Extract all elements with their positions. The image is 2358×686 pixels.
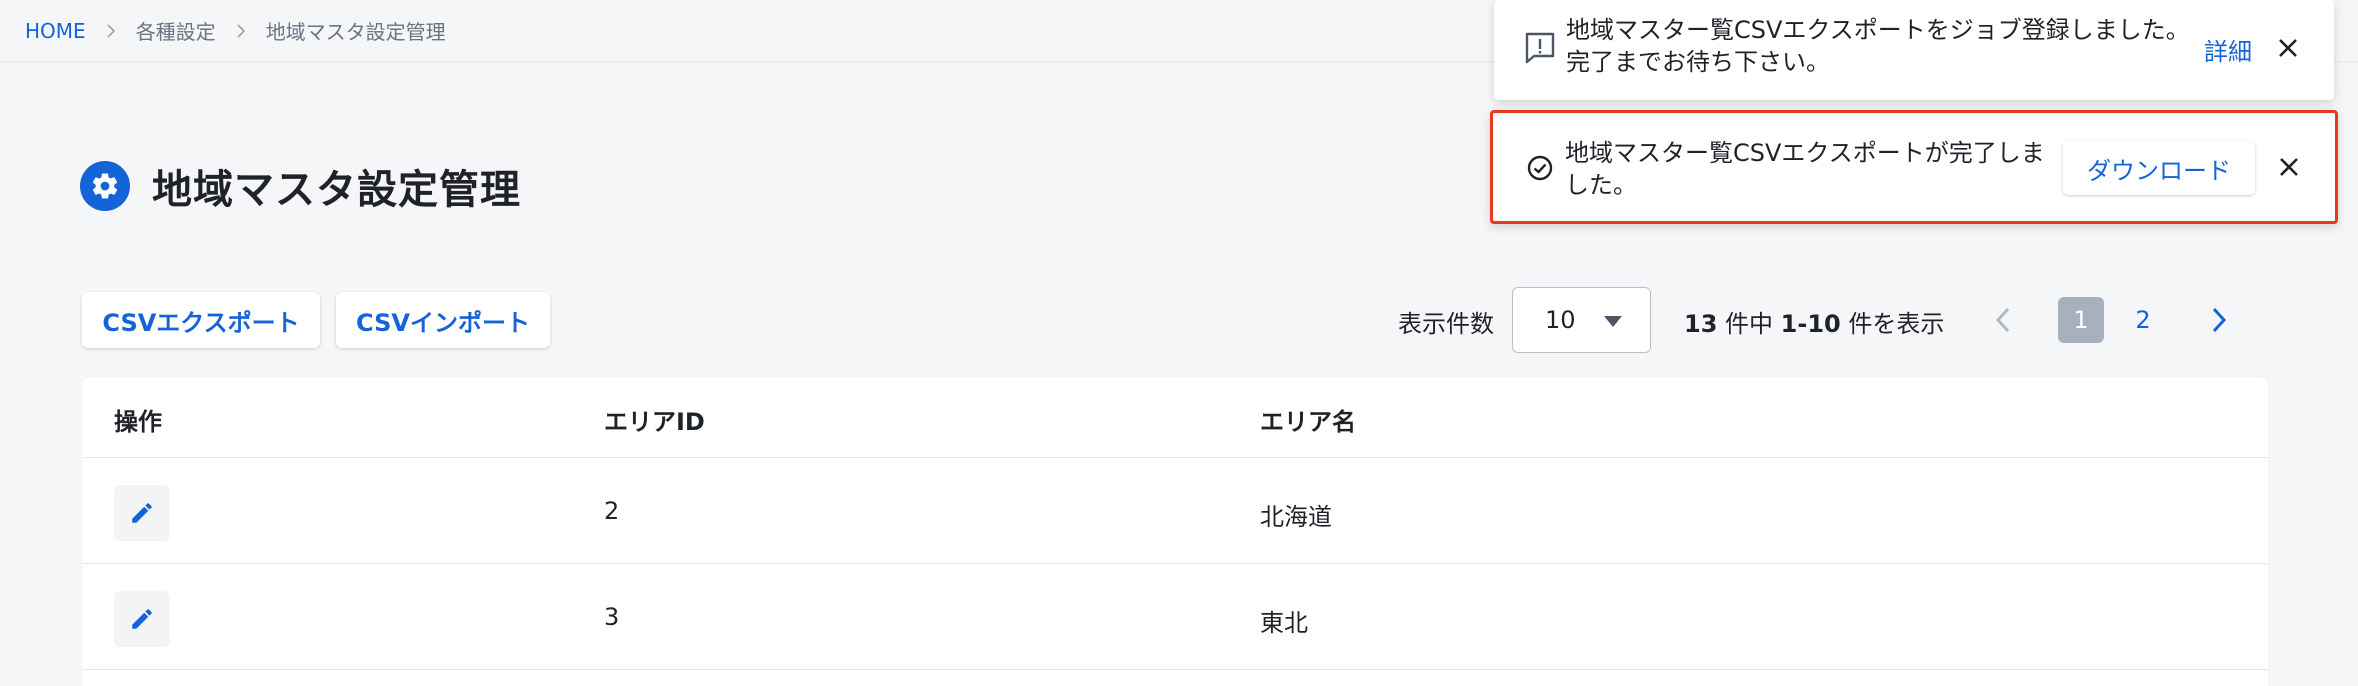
success-toast-message: 地域マスター覧CSVエクスポートが完了しました。 bbox=[1565, 139, 2045, 199]
csv-export-button[interactable]: CSVエクスポート bbox=[82, 292, 320, 348]
per-page-select[interactable]: 10 bbox=[1512, 287, 1651, 353]
page-2-button[interactable]: 2 bbox=[2120, 297, 2166, 343]
cell-area-id: 2 bbox=[604, 497, 620, 525]
total-suffix: 件中 bbox=[1717, 310, 1781, 338]
pencil-icon bbox=[132, 609, 152, 629]
csv-import-button[interactable]: CSVインポート bbox=[336, 292, 550, 348]
range-suffix: 件を表示 bbox=[1840, 310, 1945, 338]
info-toast-message: 地域マスター覧CSVエクスポートをジョブ登録しました。完了までお待ち下さい。 bbox=[1566, 16, 2190, 76]
total-count: 13 bbox=[1684, 310, 1718, 338]
alert-message-icon bbox=[1522, 30, 1558, 66]
chevron-right-icon bbox=[231, 21, 251, 41]
range-summary: 13 件中 1-10 件を表示 bbox=[1684, 304, 1944, 339]
per-page-value: 10 bbox=[1545, 306, 1576, 334]
download-button[interactable]: ダウンロード bbox=[2063, 141, 2255, 195]
range-value: 1-10 bbox=[1780, 310, 1841, 338]
check-circle-icon bbox=[1525, 153, 1555, 183]
chevron-right-icon[interactable] bbox=[2204, 302, 2234, 338]
close-icon[interactable] bbox=[2273, 151, 2305, 183]
edit-button[interactable] bbox=[114, 485, 170, 541]
details-link[interactable]: 詳細 bbox=[2204, 32, 2252, 67]
header-area-id: エリアID bbox=[604, 408, 705, 436]
page-1-button[interactable]: 1 bbox=[2058, 297, 2104, 343]
edit-button[interactable] bbox=[114, 591, 170, 647]
header-operation: 操作 bbox=[114, 408, 162, 436]
gear-icon bbox=[80, 161, 130, 211]
close-icon[interactable] bbox=[2272, 32, 2304, 64]
page: HOME 各種設定 地域マスタ設定管理 地域マスタ設定管理 CSVエクスポート … bbox=[0, 0, 2358, 686]
info-toast: 地域マスター覧CSVエクスポートをジョブ登録しました。完了までお待ち下さい。 詳… bbox=[1494, 0, 2334, 100]
pencil-icon bbox=[132, 503, 152, 523]
chevron-left-icon[interactable] bbox=[1988, 302, 2018, 338]
area-table: 操作 エリアID エリア名 2 北海道 3 東北 bbox=[82, 378, 2268, 686]
breadcrumb-settings[interactable]: 各種設定 bbox=[136, 16, 216, 45]
per-page-label: 表示件数 bbox=[1398, 310, 1494, 338]
cell-area-name: 北海道 bbox=[1260, 503, 1332, 531]
page-header: 地域マスタ設定管理 bbox=[80, 160, 521, 213]
page-title: 地域マスタ設定管理 bbox=[152, 167, 521, 213]
header-area-name: エリア名 bbox=[1260, 408, 1356, 436]
table-row: 2 北海道 bbox=[82, 458, 2268, 564]
breadcrumb-home-link[interactable]: HOME bbox=[25, 19, 86, 43]
breadcrumb-current: 地域マスタ設定管理 bbox=[265, 20, 446, 44]
table-header: 操作 エリアID エリア名 bbox=[82, 378, 2268, 458]
caret-down-icon bbox=[1604, 316, 1622, 327]
success-toast: 地域マスター覧CSVエクスポートが完了しました。 ダウンロード bbox=[1490, 110, 2338, 224]
chevron-right-icon bbox=[101, 21, 121, 41]
table-row: 3 東北 bbox=[82, 564, 2268, 670]
cell-area-name: 東北 bbox=[1260, 609, 1308, 637]
cell-area-id: 3 bbox=[604, 603, 620, 631]
